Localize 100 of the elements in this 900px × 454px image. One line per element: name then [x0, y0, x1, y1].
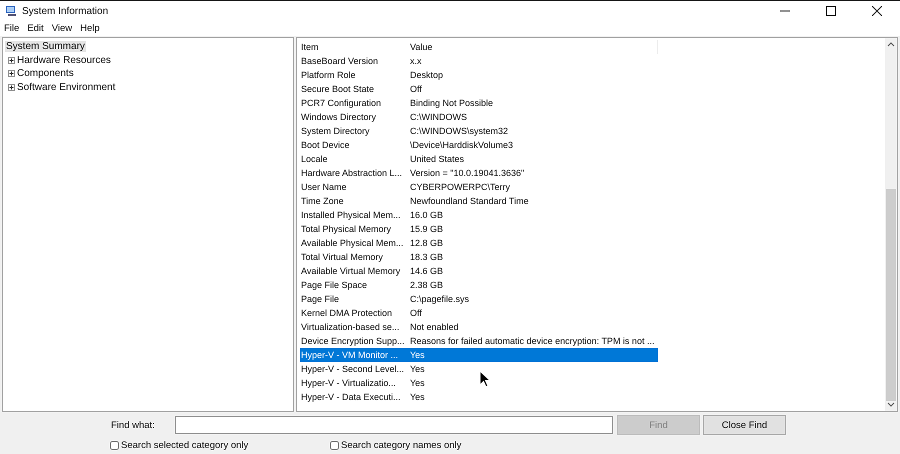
- table-cell: 15.9 GB: [410, 224, 444, 234]
- table-cell: Off: [410, 84, 422, 94]
- table-row[interactable]: Kernel DMA Protection Off: [300, 306, 658, 320]
- checkbox[interactable]: [110, 440, 119, 450]
- table-row[interactable]: Time Zone Newfoundland Standard Time: [300, 194, 658, 208]
- checkbox-label[interactable]: Search category names only: [341, 440, 462, 450]
- table-row[interactable]: Installed Physical Mem... 16.0 GB: [300, 208, 658, 222]
- table-cell-text: User Name: [300, 182, 348, 192]
- table-cell: Not enabled: [410, 322, 459, 332]
- table-cell-text: Hyper-V - Virtualizatio...: [300, 378, 397, 388]
- table-cell: CYBERPOWERPC\Terry: [410, 182, 510, 192]
- table-row[interactable]: Hyper-V - Data Executi... Yes: [300, 390, 658, 404]
- close-icon: [872, 6, 882, 16]
- table-row[interactable]: Hardware Abstraction L... Version = "10.0.19041.3636": [300, 166, 658, 180]
- menu-item[interactable]: View: [52, 23, 72, 34]
- table-cell: x.x: [410, 56, 422, 66]
- table-row[interactable]: Available Virtual Memory 14.6 GB: [300, 264, 658, 278]
- close-find-button[interactable]: Close Find: [703, 415, 786, 435]
- table-row[interactable]: Hyper-V - Second Level... Yes: [300, 362, 658, 376]
- table-cell: Yes: [410, 350, 425, 360]
- table-row[interactable]: Available Physical Mem... 12.8 GB: [300, 236, 658, 250]
- table-cell-text: Secure Boot State: [300, 84, 376, 94]
- table-cell: 16.0 GB: [410, 210, 444, 220]
- table-cell-text: Windows Directory: [300, 112, 378, 122]
- table-row[interactable]: Device Encryption Supp... Reasons for failed automatic device encryption: TPM is not ...: [300, 334, 658, 348]
- table-row[interactable]: Platform Role Desktop: [300, 68, 658, 82]
- scroll-down-icon[interactable]: [887, 402, 895, 408]
- table-cell-text: Hardware Abstraction L...: [300, 168, 404, 178]
- table-cell: Newfoundland Standard Time: [410, 196, 529, 206]
- table-cell: 14.6 GB: [410, 266, 444, 276]
- table-row[interactable]: Windows Directory C:\WINDOWS: [300, 110, 658, 124]
- table-cell: Off: [410, 308, 422, 318]
- table-cell: Yes: [410, 364, 425, 374]
- tree-item[interactable]: Hardware Resources: [16, 54, 112, 66]
- table-cell: C:\WINDOWS: [410, 112, 467, 122]
- checkbox-label[interactable]: Search selected category only: [121, 440, 248, 450]
- table-row[interactable]: Locale United States: [300, 152, 658, 166]
- table-row[interactable]: Total Physical Memory 15.9 GB: [300, 222, 658, 236]
- table-row[interactable]: User Name CYBERPOWERPC\Terry: [300, 180, 658, 194]
- tree-item[interactable]: Software Environment: [16, 82, 116, 93]
- table-cell: C:\WINDOWS\system32: [410, 126, 508, 136]
- scrollbar-thumb[interactable]: [886, 189, 896, 401]
- maximize-icon: [826, 6, 836, 16]
- table-row[interactable]: PCR7 Configuration Binding Not Possible: [300, 96, 658, 110]
- table-row[interactable]: Page File Space 2.38 GB: [300, 278, 658, 292]
- table-cell: Desktop: [410, 70, 444, 80]
- find-field[interactable]: [175, 416, 613, 434]
- table-row[interactable]: Hyper-V - Virtualizatio... Yes: [300, 376, 658, 390]
- computer-icon: [5, 5, 17, 17]
- table-cell-text: Page File: [300, 294, 340, 304]
- table-cell: Yes: [410, 378, 425, 388]
- tree-item[interactable]: System Summary: [5, 41, 86, 52]
- table-row[interactable]: Boot Device \Device\HarddiskVolume3: [300, 138, 658, 152]
- checkbox[interactable]: [330, 440, 339, 450]
- menu-item[interactable]: Edit: [27, 23, 44, 34]
- table-row[interactable]: Total Virtual Memory 18.3 GB: [300, 250, 658, 264]
- expand-icon[interactable]: [8, 84, 15, 91]
- find-label: Find what:: [111, 420, 156, 430]
- scroll-up-icon[interactable]: [887, 41, 895, 47]
- table-cell: \Device\HarddiskVolume3: [410, 140, 514, 150]
- table-row[interactable]: Hyper-V - VM Monitor ... Yes: [300, 348, 658, 362]
- table-row[interactable]: Page File C:\pagefile.sys: [300, 292, 658, 306]
- table-cell-text: Virtualization-based se...: [300, 322, 400, 332]
- table-cell-text: Device Encryption Supp...: [300, 336, 406, 346]
- table-cell-text: Installed Physical Mem...: [300, 210, 402, 220]
- table-cell-text: Total Physical Memory: [300, 224, 392, 234]
- table-row[interactable]: BaseBoard Version x.x: [300, 54, 658, 68]
- column-header[interactable]: Item: [300, 42, 410, 52]
- table-cell-text: Hyper-V - Data Executi...: [300, 392, 402, 402]
- expand-icon[interactable]: [8, 70, 15, 78]
- menu-item[interactable]: File: [4, 23, 20, 34]
- table-cell: 2.38 GB: [410, 280, 444, 290]
- table-cell-text: Time Zone: [300, 196, 345, 206]
- table-cell-text: Platform Role: [300, 70, 357, 80]
- mouse-pointer-icon: [479, 370, 491, 388]
- table-cell-text: Hyper-V - Second Level...: [300, 364, 406, 374]
- window-title: System Information: [22, 6, 108, 16]
- menu-item[interactable]: Help: [80, 23, 100, 34]
- table-cell-text: Locale: [300, 154, 329, 164]
- column-header[interactable]: Value: [410, 42, 432, 52]
- table-cell-text: Available Virtual Memory: [300, 266, 402, 276]
- tree-item[interactable]: Components: [16, 68, 75, 80]
- table-cell: 12.8 GB: [410, 238, 444, 248]
- scrollbar[interactable]: [885, 38, 897, 411]
- table-row[interactable]: Secure Boot State Off: [300, 82, 658, 96]
- table-cell: 18.3 GB: [410, 252, 444, 262]
- table-cell: Binding Not Possible: [410, 98, 494, 108]
- table-cell: Yes: [410, 392, 425, 402]
- table-cell-text: BaseBoard Version: [300, 56, 380, 66]
- table-cell: United States: [410, 154, 464, 164]
- table-cell-text: Hyper-V - VM Monitor ...: [300, 350, 400, 360]
- table-row[interactable]: System Directory C:\WINDOWS\system32: [300, 124, 658, 138]
- table-row[interactable]: Virtualization-based se... Not enabled: [300, 320, 658, 334]
- table-cell-text: Total Virtual Memory: [300, 252, 384, 262]
- table-cell-text: Available Physical Mem...: [300, 238, 404, 248]
- expand-icon[interactable]: [8, 56, 15, 64]
- table-cell-text: PCR7 Configuration: [300, 98, 382, 108]
- table-cell-text: Boot Device: [300, 140, 351, 150]
- table-cell-text: Kernel DMA Protection: [300, 308, 394, 318]
- table-cell: C:\pagefile.sys: [410, 294, 470, 304]
